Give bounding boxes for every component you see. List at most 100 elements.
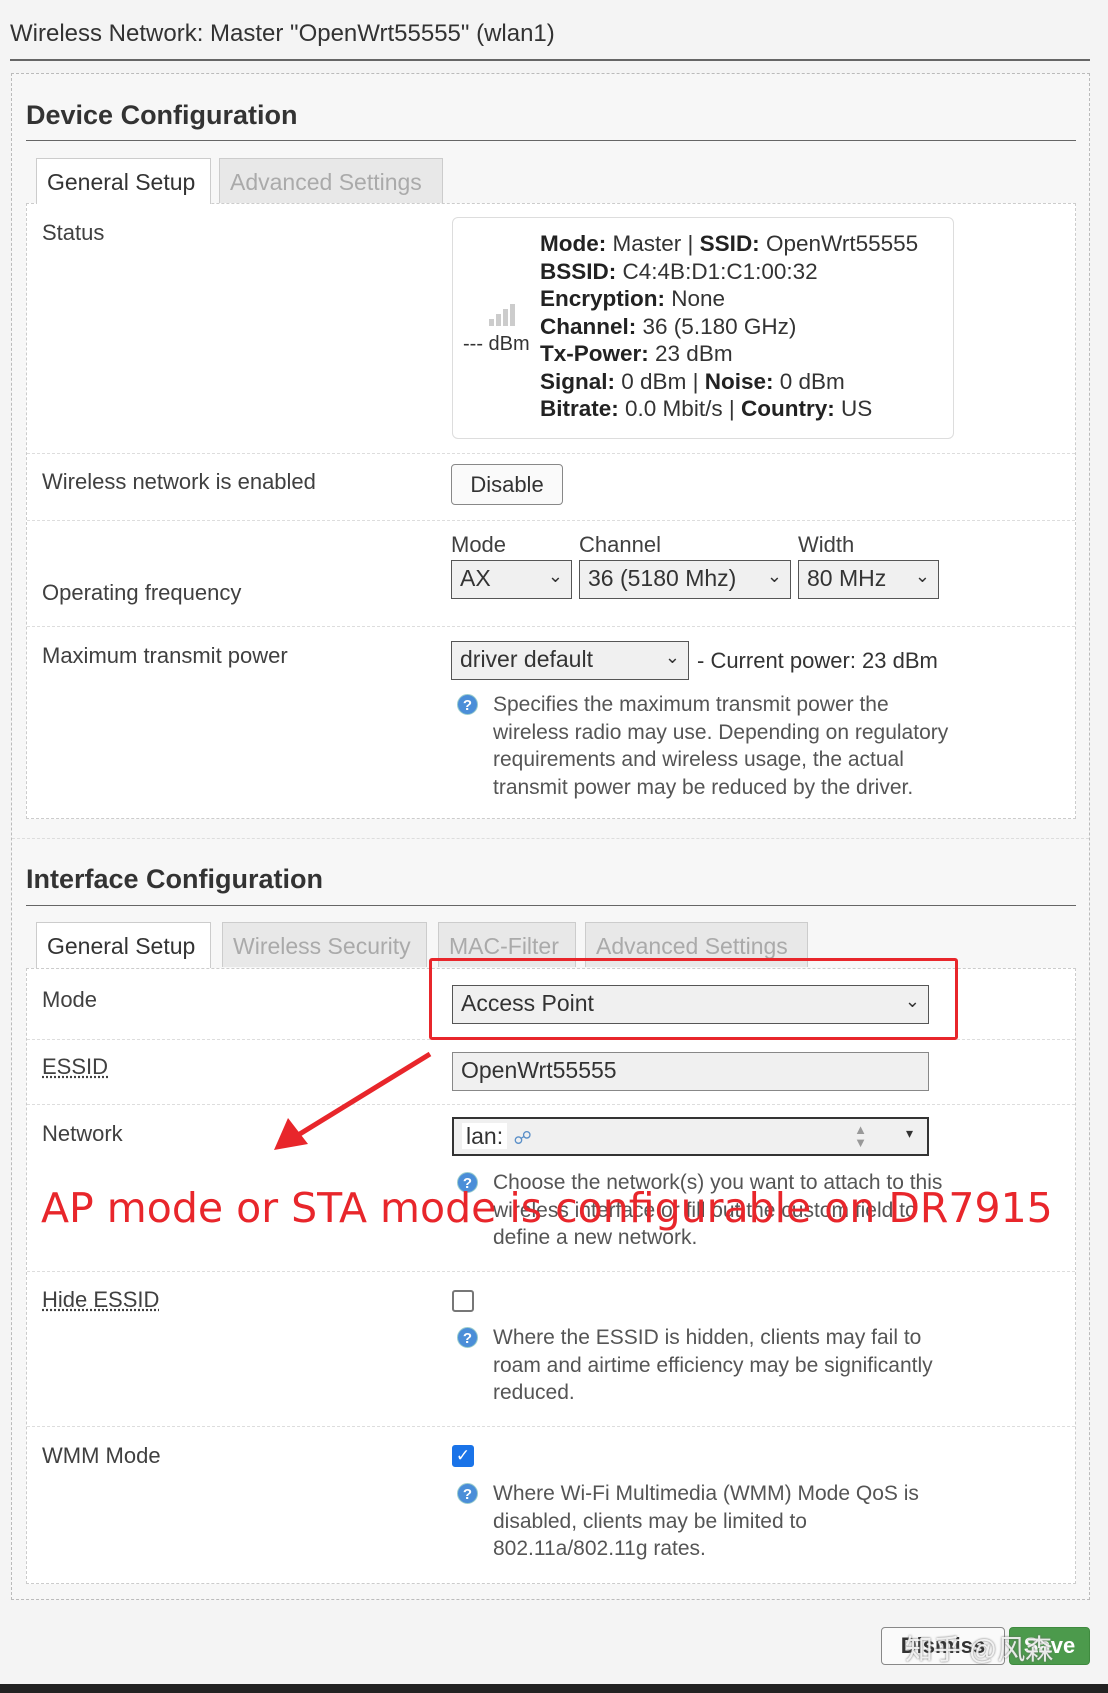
sep: | [692,368,699,394]
arrow-icon [274,1051,432,1150]
chevron-down-icon: ⌄ [547,566,563,586]
k: Channel: [540,313,637,339]
k: Country: [740,396,835,421]
wmm-checkbox[interactable]: ✓ [452,1445,474,1467]
divider [27,626,1075,627]
tab-wireless-security[interactable]: Wireless Security [222,922,427,967]
hide-essid-checkbox[interactable] [452,1290,474,1312]
essid-input[interactable]: OpenWrt55555 [452,1052,929,1091]
help-line: Where the ESSID is hidden, clients may f… [493,1326,922,1349]
status-ssid: OpenWrt55555 [765,231,919,256]
network-select[interactable]: lan: ☍ ▲ ▼ ▾ [452,1117,929,1156]
width-value: 80 MHz [807,565,887,591]
signal-dbm: --- dBm [463,333,530,355]
divider [12,838,1089,839]
sep: | [728,396,735,421]
status-noise: 0 dBm [779,368,845,394]
status-label: Status [42,220,105,245]
wmm-label: WMM Mode [42,1443,161,1468]
k: Noise: [704,368,774,394]
spinner-icon: ▲ ▼ [854,1122,867,1150]
divider [27,1104,1075,1105]
divider [27,520,1075,521]
highlight-box [429,958,958,1040]
status-txpower: 23 dBm [655,341,733,366]
txpower-value: driver default [460,646,593,672]
help-line: disabled, clients may be limited to [493,1509,807,1533]
hide-essid-help: ? Where the ESSID is hidden, clients may… [457,1324,933,1407]
disable-button[interactable]: Disable [451,464,563,505]
k: Bitrate: [540,396,619,421]
help-line: reduced. [493,1381,575,1404]
tab-general-setup[interactable]: General Setup [36,922,211,968]
k: SSID: [699,231,760,256]
k: BSSID: [540,258,617,284]
divider [26,140,1076,141]
mode-select[interactable]: AX ⌄ [451,560,572,599]
channel-select[interactable]: 36 (5180 Mhz) ⌄ [579,560,791,599]
status-encryption: None [671,286,726,311]
help-line: roam and airtime efficiency may be signi… [493,1353,933,1377]
essid-label[interactable]: ESSID [42,1054,108,1080]
txpower-label: Maximum transmit power [42,643,288,668]
help-line: wireless radio may use. Depending on reg… [493,720,949,744]
help-icon: ? [457,694,478,715]
help-line: 802.11a/802.11g rates. [493,1537,706,1560]
frequency-label: Operating frequency [42,580,242,605]
chevron-down-icon: ⌄ [664,647,680,667]
status-bssid: C4:4B:D1:C1:00:32 [622,258,818,284]
current-power: - Current power: 23 dBm [697,648,938,673]
k: Signal: [540,368,616,394]
window-title: Wireless Network: Master "OpenWrt55555" … [10,20,555,47]
sep: | [687,231,694,256]
divider [27,1271,1075,1272]
status-country: US [840,396,873,421]
divider [26,905,1076,906]
help-line: Where Wi-Fi Multimedia (WMM) Mode QoS is [493,1482,919,1505]
help-icon: ? [457,1483,478,1504]
status-bitrate: 0.0 Mbit/s [625,396,723,421]
interface-config-heading: Interface Configuration [26,864,324,894]
network-icon: ☍ [513,1128,532,1148]
chevron-down-icon: ⌄ [914,566,930,586]
k: Tx-Power: [540,341,649,366]
network-value: lan: [462,1123,508,1149]
device-config-heading: Device Configuration [26,100,298,130]
divider [27,1426,1075,1427]
help-icon: ? [457,1327,478,1348]
help-line: transmit power may be reduced by the dri… [493,775,914,799]
enabled-label: Wireless network is enabled [42,469,316,494]
width-label: Width [798,532,855,557]
chevron-down-icon: ⌄ [766,566,782,586]
title-divider [10,59,1090,61]
status-box: --- dBm Mode: Master | SSID: OpenWrt5555… [452,217,954,439]
txpower-select[interactable]: driver default ⌄ [451,641,689,680]
channel-value: 36 (5180 Mhz) [588,565,737,591]
bottom-edge [0,1684,1108,1693]
txpower-help: ? Specifies the maximum transmit power t… [457,691,949,801]
mode-label: Mode [451,532,507,557]
width-select[interactable]: 80 MHz ⌄ [798,560,939,599]
hide-essid-label[interactable]: Hide ESSID [42,1287,159,1313]
mode-label: Mode [42,987,98,1012]
mode-value: AX [460,565,491,591]
annotation-text: AP mode or STA mode is configurable on D… [41,1184,1053,1232]
k: Mode: [540,231,607,256]
interface-general-panel: Mode Access Point ⌄ ESSID OpenWrt55555 Ne… [26,968,1076,1584]
help-line: requirements and wireless usage, the act… [493,748,904,771]
status-mode: Master [612,231,682,256]
wmm-help: ? Where Wi-Fi Multimedia (WMM) Mode QoS … [457,1480,919,1563]
tab-general-setup[interactable]: General Setup [36,158,211,204]
dropdown-arrow-icon: ▾ [905,1125,913,1141]
tab-advanced-settings[interactable]: Advanced Settings [219,158,443,203]
status-details: Mode: Master | SSID: OpenWrt55555 BSSID:… [540,230,918,423]
status-signal: 0 dBm [621,368,687,394]
status-channel: 36 (5.180 GHz) [642,313,797,339]
device-general-panel: Status --- dBm Mode: Master | SSID: Open… [26,203,1076,819]
channel-label: Channel [579,532,661,557]
signal-icon [489,304,515,326]
network-label: Network [42,1121,123,1146]
k: Encryption: [540,286,666,311]
watermark: 知乎 @风森 [905,1634,1054,1665]
divider [27,453,1075,454]
